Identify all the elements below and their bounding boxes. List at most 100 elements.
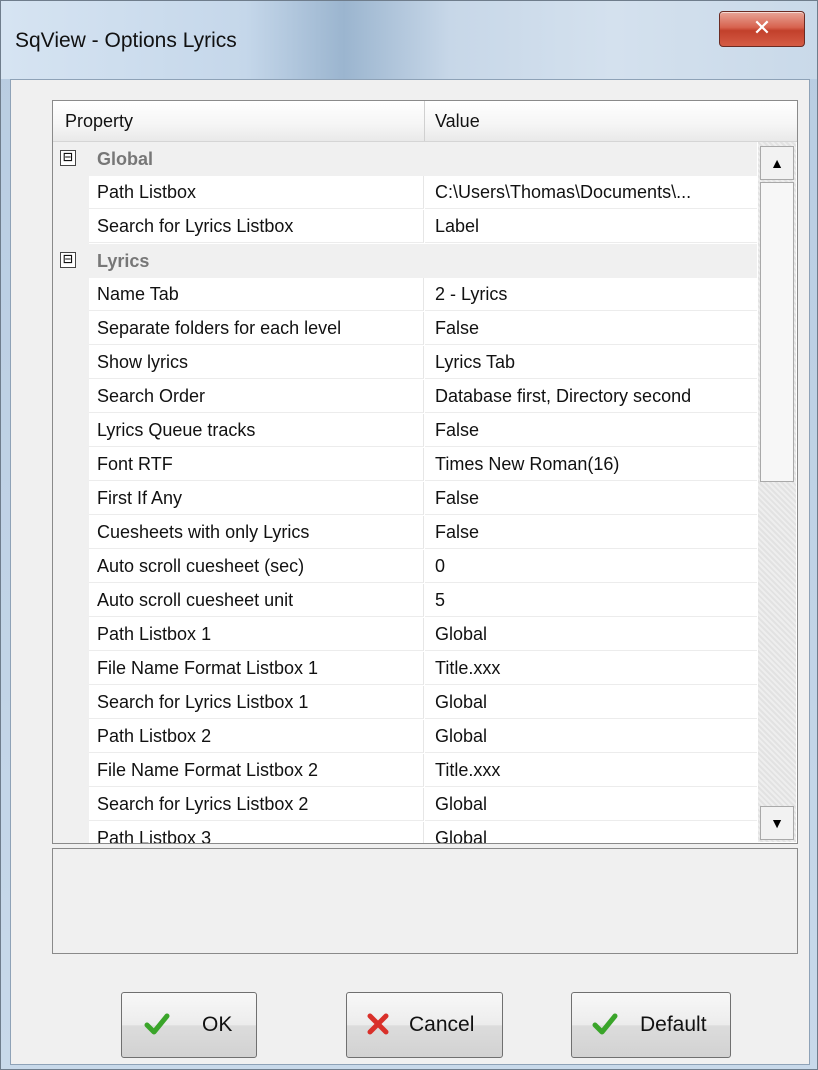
property-value[interactable]: Lyrics Tab [425,346,757,379]
property-row[interactable]: Font RTF Times New Roman(16) [53,448,757,482]
cancel-button[interactable]: Cancel [346,992,503,1058]
property-name[interactable]: Path Listbox [89,176,424,209]
property-value[interactable]: Global [425,720,757,753]
property-row[interactable]: Separate folders for each level False [53,312,757,346]
row-gutter [53,618,89,652]
row-gutter [53,448,89,482]
category-row[interactable]: ⊟ Lyrics [53,244,757,278]
property-name[interactable]: Search for Lyrics Listbox [89,210,424,243]
property-row[interactable]: Auto scroll cuesheet unit 5 [53,584,757,618]
checkmark-icon [144,1013,170,1035]
property-name[interactable]: Path Listbox 3 [89,822,424,843]
property-row[interactable]: File Name Format Listbox 1 Title.xxx [53,652,757,686]
property-name[interactable]: Lyrics Queue tracks [89,414,424,447]
property-value[interactable]: Global [425,618,757,651]
property-value[interactable]: Global [425,822,757,843]
category-label: Global [97,149,154,169]
default-button[interactable]: Default [571,992,731,1058]
property-row[interactable]: First If Any False [53,482,757,516]
property-row[interactable]: Search for Lyrics Listbox Label [53,210,757,244]
property-name[interactable]: Auto scroll cuesheet (sec) [89,550,424,583]
row-gutter [53,720,89,754]
row-gutter [53,516,89,550]
dialog-window: SqView - Options Lyrics ✕ Property Value… [0,0,818,1070]
property-name[interactable]: Auto scroll cuesheet unit [89,584,424,617]
row-gutter [53,312,89,346]
row-gutter [53,652,89,686]
property-value[interactable]: False [425,312,757,345]
property-name[interactable]: Search for Lyrics Listbox 1 [89,686,424,719]
property-value[interactable]: 2 - Lyrics [425,278,757,311]
vertical-scrollbar[interactable]: ▲ ▼ [758,142,796,842]
grid-header: Property Value [53,101,797,142]
property-row[interactable]: Path Listbox 2 Global [53,720,757,754]
scroll-up-button[interactable]: ▲ [760,146,794,180]
row-gutter [53,210,89,244]
property-name[interactable]: Name Tab [89,278,424,311]
property-row[interactable]: Show lyrics Lyrics Tab [53,346,757,380]
property-name[interactable]: Path Listbox 2 [89,720,424,753]
property-name[interactable]: Separate folders for each level [89,312,424,345]
close-icon: ✕ [752,15,772,40]
property-value[interactable]: False [425,414,757,447]
default-label: Default [640,1013,707,1036]
property-value[interactable]: Database first, Directory second [425,380,757,413]
title-bar[interactable]: SqView - Options Lyrics ✕ [1,1,817,79]
property-name[interactable]: Font RTF [89,448,424,481]
property-name[interactable]: Show lyrics [89,346,424,379]
ok-button[interactable]: OK [121,992,257,1058]
row-gutter [53,686,89,720]
collapse-toggle-icon[interactable]: ⊟ [60,251,76,268]
property-name[interactable]: File Name Format Listbox 1 [89,652,424,685]
description-panel [52,848,798,954]
property-row[interactable]: Name Tab 2 - Lyrics [53,278,757,312]
property-name[interactable]: First If Any [89,482,424,515]
property-name[interactable]: File Name Format Listbox 2 [89,754,424,787]
property-row[interactable]: Path Listbox 3 Global [53,822,757,843]
property-row[interactable]: Cuesheets with only Lyrics False [53,516,757,550]
row-gutter [53,584,89,618]
header-property[interactable]: Property [65,111,133,132]
property-value[interactable]: 0 [425,550,757,583]
collapse-toggle-icon[interactable]: ⊟ [60,149,76,166]
property-row[interactable]: Search Order Database first, Directory se… [53,380,757,414]
arrow-down-icon: ▼ [770,815,784,831]
window-title: SqView - Options Lyrics [15,29,237,52]
property-name[interactable]: Cuesheets with only Lyrics [89,516,424,549]
property-row[interactable]: Search for Lyrics Listbox 2 Global [53,788,757,822]
row-gutter [53,788,89,822]
property-value[interactable]: Label [425,210,757,243]
property-value[interactable]: False [425,482,757,515]
close-button[interactable]: ✕ [719,11,805,47]
row-gutter [53,414,89,448]
property-name[interactable]: Search Order [89,380,424,413]
row-gutter [53,346,89,380]
property-value[interactable]: Title.xxx [425,652,757,685]
row-gutter [53,482,89,516]
property-row[interactable]: Path Listbox C:\Users\Thomas\Documents\..… [53,176,757,210]
property-value[interactable]: False [425,516,757,549]
property-value[interactable]: 5 [425,584,757,617]
column-divider[interactable] [424,101,425,141]
property-row[interactable]: Path Listbox 1 Global [53,618,757,652]
row-gutter [53,278,89,312]
dialog-client-area: Property Value ⊟ Global Path Listbox C:\Use… [10,79,810,1065]
property-value[interactable]: Global [425,686,757,719]
row-gutter [53,754,89,788]
property-row[interactable]: File Name Format Listbox 2 Title.xxx [53,754,757,788]
property-value[interactable]: Title.xxx [425,754,757,787]
category-row[interactable]: ⊟ Global [53,142,757,176]
property-name[interactable]: Search for Lyrics Listbox 2 [89,788,424,821]
property-value[interactable]: Global [425,788,757,821]
scroll-down-button[interactable]: ▼ [760,806,794,840]
property-row[interactable]: Lyrics Queue tracks False [53,414,757,448]
checkmark-icon [592,1013,618,1035]
property-row[interactable]: Auto scroll cuesheet (sec) 0 [53,550,757,584]
property-value[interactable]: Times New Roman(16) [425,448,757,481]
header-value[interactable]: Value [435,111,480,132]
row-gutter [53,550,89,584]
property-value[interactable]: C:\Users\Thomas\Documents\... [425,176,757,209]
scroll-thumb[interactable] [760,182,794,482]
property-name[interactable]: Path Listbox 1 [89,618,424,651]
property-row[interactable]: Search for Lyrics Listbox 1 Global [53,686,757,720]
